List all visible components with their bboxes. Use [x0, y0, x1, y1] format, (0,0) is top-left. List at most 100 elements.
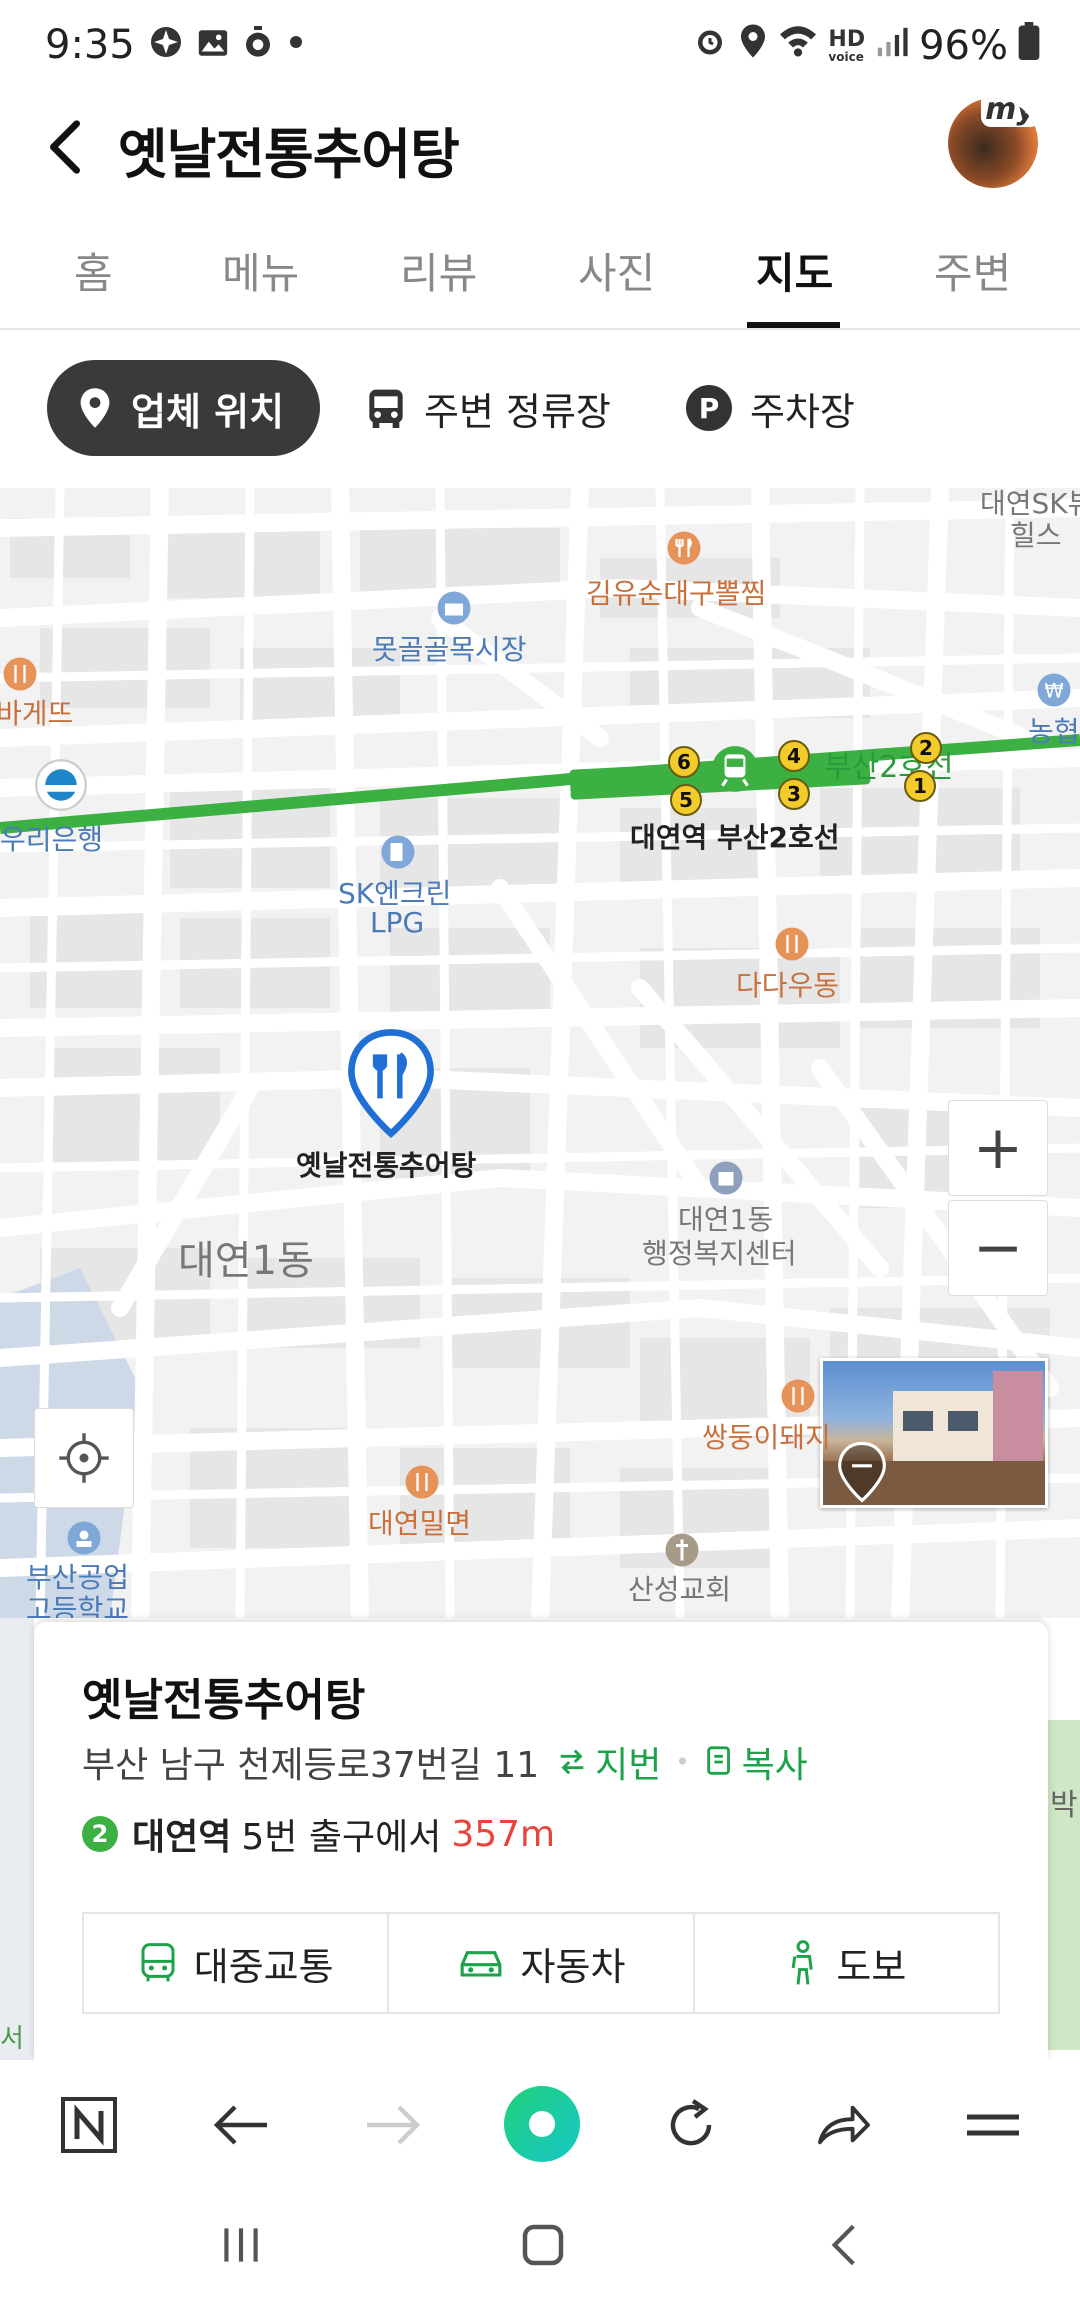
car-directions-button[interactable]: 자동차 [389, 1914, 695, 2012]
subway-station-icon[interactable] [710, 744, 760, 798]
system-back-button[interactable] [820, 2218, 870, 2276]
tab-nearby[interactable]: 주변 [934, 240, 1011, 301]
nearest-station-info: 2 대연역 5번 출구에서 357m [82, 1808, 555, 1860]
map-view[interactable]: 대연SK뷰 힐스 김유순대구뽈찜 못골골목시장 바게뜨 ₩ 농협 우리은행 부산… [0, 488, 1080, 1618]
copy-address-button[interactable]: 복사 [704, 1736, 808, 1788]
government-poi-icon[interactable] [708, 1160, 744, 1200]
tab-review[interactable]: 리뷰 [400, 240, 477, 301]
copy-icon [706, 1746, 730, 1775]
poi-label[interactable]: 산성교회 [628, 1568, 731, 1608]
transit-directions-button[interactable]: 대중교통 [84, 1914, 390, 2012]
restaurant-poi-icon[interactable] [774, 926, 810, 966]
exit-badge[interactable]: 5 [670, 784, 702, 816]
refresh-button[interactable] [656, 2090, 726, 2160]
menu-button[interactable] [958, 2090, 1028, 2160]
separator-dot: • [675, 1748, 690, 1776]
selected-place-label[interactable]: 옛날전통추어탕 [296, 1144, 476, 1184]
place-name: 옛날전통추어탕 [82, 1675, 366, 1726]
restaurant-poi-icon[interactable] [666, 530, 702, 570]
poi-label[interactable]: 대연밀면 [368, 1502, 471, 1542]
station-label[interactable]: 대연역 부산2호선 [630, 816, 840, 856]
battery-percent: 96% [919, 23, 1008, 69]
chip-business-location[interactable]: 업체 위치 [47, 360, 321, 456]
poi-label[interactable]: 고등학교 [26, 1588, 129, 1618]
current-location-button[interactable] [34, 1408, 134, 1508]
top-bar: 옛날전통추어탕 my [0, 90, 1080, 220]
tab-map[interactable]: 지도 [756, 240, 833, 301]
chip-nearby-stops[interactable]: 주변 정류장 [366, 360, 611, 456]
exit-badge[interactable]: 3 [778, 778, 810, 810]
car-label: 자동차 [520, 1944, 626, 1989]
tab-photo[interactable]: 사진 [578, 240, 655, 301]
address-text: 부산 남구 천제등로37번길 11 [82, 1745, 540, 1786]
dot-icon [286, 24, 306, 70]
browser-toolbar [0, 2060, 1080, 2190]
bank-poi-icon[interactable]: ₩ [1036, 672, 1072, 712]
map-edge-left: 서리 [0, 1618, 34, 2060]
gas-station-icon[interactable] [380, 834, 416, 874]
jibun-label: 지번 [595, 1745, 662, 1786]
copy-label: 복사 [741, 1745, 808, 1786]
tab-home[interactable]: 홈 [74, 240, 113, 301]
avatar[interactable]: my [948, 98, 1038, 188]
fan-icon [148, 24, 184, 70]
battery-icon [1018, 22, 1040, 70]
arrow-left-icon [213, 2105, 267, 2145]
poi-label[interactable]: 김유순대구뽈찜 [586, 572, 766, 612]
chip-parking-label: 주차장 [750, 389, 855, 434]
timer-icon [242, 24, 274, 70]
crosshair-icon [59, 1433, 109, 1483]
exit-badge[interactable]: 2 [910, 732, 942, 764]
poi-label[interactable]: 농협 [1028, 710, 1080, 750]
chip-parking[interactable]: P 주차장 [686, 360, 855, 456]
church-poi-icon[interactable] [664, 1532, 700, 1572]
recent-apps-button[interactable] [216, 2220, 266, 2274]
zoom-out-button[interactable]: − [948, 1200, 1048, 1296]
voice-text: voice [828, 50, 864, 64]
station-name: 대연역 [132, 1817, 232, 1858]
system-navigation-bar [0, 2190, 1080, 2316]
status-time: 9:35 [45, 22, 135, 68]
alarm-icon [692, 23, 728, 69]
poi-label[interactable]: LPG [370, 906, 424, 939]
poi-label[interactable]: 바게뜨 [0, 692, 73, 732]
poi-label: 힐스 [1010, 519, 1062, 552]
system-icons: HD voice 96% [692, 22, 1040, 70]
walk-label: 도보 [836, 1944, 907, 1989]
share-button[interactable] [808, 2090, 878, 2160]
jibun-toggle-button[interactable]: 지번 [555, 1736, 661, 1788]
green-dot-button[interactable] [502, 2084, 582, 2164]
map-edge-right: 박 [1048, 1720, 1080, 2050]
poi-label[interactable]: 우리은행 [0, 818, 103, 858]
restaurant-poi-icon[interactable] [780, 1378, 816, 1418]
place-info-card[interactable]: 옛날전통추어탕 부산 남구 천제등로37번길 11 지번 • 복사 2 대연역 … [34, 1622, 1048, 2060]
poi-label[interactable]: 행정복지센터 [642, 1232, 797, 1272]
street-view-pin-icon [837, 1441, 887, 1505]
walk-directions-button[interactable]: 도보 [695, 1914, 998, 2012]
zoom-in-button[interactable]: + [948, 1100, 1048, 1196]
arrow-right-icon [367, 2105, 421, 2145]
back-button[interactable] [40, 112, 100, 192]
school-poi-icon[interactable] [66, 1520, 102, 1560]
street-view-thumbnail[interactable] [820, 1358, 1048, 1508]
tab-menu[interactable]: 메뉴 [222, 240, 299, 301]
market-poi-icon[interactable] [436, 590, 472, 630]
home-button[interactable] [516, 2218, 570, 2276]
restaurant-poi-icon[interactable] [2, 656, 38, 696]
exit-badge[interactable]: 1 [904, 770, 936, 802]
poi-label[interactable]: 쌍둥이돼지 [702, 1416, 831, 1456]
poi-label[interactable]: 못골골목시장 [372, 628, 527, 668]
naver-home-button[interactable] [54, 2090, 124, 2160]
forward-nav-button[interactable] [358, 2090, 428, 2160]
restaurant-poi-icon[interactable] [404, 1464, 440, 1504]
exit-badge[interactable]: 6 [668, 746, 700, 778]
exit-badge[interactable]: 4 [778, 740, 810, 772]
woori-bank-icon[interactable] [34, 758, 88, 816]
signal-icon [875, 23, 909, 69]
back-nav-button[interactable] [206, 2090, 276, 2160]
parking-icon: P [686, 385, 732, 431]
back-arrow-icon [50, 120, 80, 174]
poi-label[interactable]: 다다우동 [736, 964, 839, 1004]
selected-place-pin[interactable] [346, 1028, 436, 1142]
tab-bar: 홈 메뉴 리뷰 사진 지도 주변 [0, 220, 1080, 330]
